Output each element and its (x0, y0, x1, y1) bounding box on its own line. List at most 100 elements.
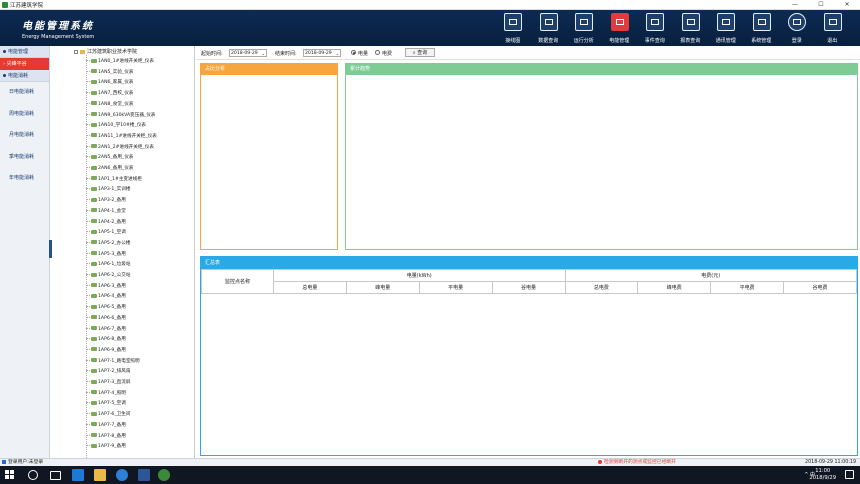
collapse-icon[interactable] (74, 49, 78, 54)
meter-icon (91, 283, 97, 288)
maximize-button[interactable]: ☐ (808, 0, 834, 10)
alert-message[interactable]: 检测到断开的测点或监控已经断开 (598, 459, 676, 466)
nav-communication[interactable]: 通讯管理 (708, 10, 744, 46)
folder-icon (80, 49, 85, 54)
tree-leaf-label: 1AP6-8_备用 (98, 337, 126, 343)
sidebar-item-quarterly[interactable]: 季电能消耗 (0, 147, 49, 169)
tree-leaf[interactable]: 2AN1_2#进线开关柜_仪表 (86, 144, 154, 152)
sidebar-item-weekly[interactable]: 周电能消耗 (0, 104, 49, 126)
tree-leaf[interactable]: 1AN5_实验_仪表 (86, 69, 133, 77)
tree-leaf[interactable]: 1AN8_食堂_仪表 (86, 101, 133, 109)
tree-leaf[interactable]: 1AP6-1_垃圾站 (86, 261, 130, 269)
tree-leaf[interactable]: 1AN11_1#进线开关柜_仪表 (86, 133, 157, 141)
tree-leaf[interactable]: 1AP6-4_备用 (86, 293, 126, 301)
tree-leaf-label: 1AP3-2_备用 (98, 198, 126, 204)
notification-icon[interactable] (845, 470, 854, 479)
tree-leaf[interactable]: 1AN0_1#进线开关柜_仪表 (86, 58, 154, 66)
tree-leaf[interactable]: 1AP7-1_路电室照明 (86, 358, 140, 366)
nav-wiring-diagram[interactable]: 接线图 (495, 10, 531, 46)
tree-leaf[interactable]: 1AP7-3_直流屏 (86, 379, 130, 387)
minimize-button[interactable]: — (782, 0, 808, 10)
meter-icon (91, 186, 97, 191)
start-date-select[interactable]: 2018-09-29 ⌄ (229, 49, 267, 57)
nav-system-management[interactable]: 系统管理 (744, 10, 780, 46)
tree-leaf[interactable]: 1AP6-7_备用 (86, 326, 126, 334)
tree-connector (86, 445, 90, 447)
tree-leaf[interactable]: 1AP4-2_备用 (86, 219, 126, 227)
tree-leaf-label: 1AN5_实验_仪表 (98, 69, 134, 75)
tree-root[interactable]: 江苏建筑职业技术学院 (74, 48, 137, 56)
tree-leaf[interactable]: 1AN7_西校_仪表 (86, 90, 133, 98)
sidebar-item-monthly[interactable]: 月电能消耗 (0, 125, 49, 147)
tree-leaf[interactable]: 1AP1_1#主变进线柜 (86, 176, 142, 184)
search-icon[interactable] (28, 470, 38, 480)
tree-leaf[interactable]: 1AP7-5_空调 (86, 400, 126, 408)
radio-fee-label: 电费 (382, 51, 393, 57)
tree-leaf[interactable]: 1AP3-1_实训楼 (86, 186, 130, 194)
tree-leaf-label: 1AP6-7_备用 (98, 326, 126, 332)
tree-connector (86, 102, 90, 104)
tree-leaf[interactable]: 1AP6-9_备用 (86, 347, 126, 355)
tree-leaf-label: 1AN8_食堂_仪表 (98, 101, 134, 107)
tree-leaf[interactable]: 1AP7-4_照明 (86, 390, 126, 398)
nav-report-query[interactable]: 报表查询 (673, 10, 709, 46)
tree-leaf[interactable]: 1AN6_家属_仪表 (86, 79, 133, 87)
nav-exit[interactable]: 退出 (815, 10, 851, 46)
tree-leaf-label: 1AP6-1_垃圾站 (98, 262, 131, 268)
meter-icon (91, 443, 97, 448)
tree-leaf[interactable]: 1AP7-9_备用 (86, 443, 126, 451)
file-explorer-icon[interactable] (94, 469, 106, 481)
tree-leaf[interactable]: 1AN9_630kVA变压器_仪表 (86, 112, 155, 120)
query-button[interactable]: ⌕ 查询 (405, 48, 435, 57)
sidebar-section-energy-management[interactable]: 电能管理 (0, 46, 49, 58)
nav-data-query[interactable]: 数据查询 (531, 10, 567, 46)
tree-leaf[interactable]: 1AP6-8_备用 (86, 336, 126, 344)
nav-label: 事件查询 (644, 38, 665, 44)
nav-energy-management[interactable]: 电能管理 (602, 10, 638, 46)
tree-leaf[interactable]: 1AP6-3_备用 (86, 283, 126, 291)
energy-management-icon (610, 13, 629, 31)
nav-login[interactable]: 登录 (779, 10, 815, 46)
tree-leaf-label: 1AP7-8_备用 (98, 433, 126, 439)
tree-leaf[interactable]: 1AP7-7_备用 (86, 422, 126, 430)
tree-leaf[interactable]: 1AP7-6_卫生间 (86, 411, 130, 419)
tree-leaf[interactable]: 2AN6_备用_仪表 (86, 165, 133, 173)
app-taskbar-icon[interactable] (116, 469, 128, 481)
nav-event-query[interactable]: 事件查询 (637, 10, 673, 46)
tree-leaf[interactable]: 1AP5-3_备用 (86, 251, 126, 259)
radio-power[interactable] (351, 50, 356, 55)
radio-fee[interactable] (375, 50, 380, 55)
tree-connector (86, 381, 90, 382)
sidebar-item-peak-valley[interactable]: › 尖峰平谷 (0, 58, 49, 70)
tree-leaf[interactable]: 2AN5_备用_仪表 (86, 154, 133, 162)
tree-leaf-label: 1AP6-6_备用 (98, 315, 126, 321)
close-button[interactable]: ✕ (834, 0, 860, 10)
window-titlebar: 江苏建筑学院 — ☐ ✕ (0, 0, 860, 10)
tree-connector (86, 134, 90, 136)
tree-leaf[interactable]: 1AP3-2_备用 (86, 197, 126, 205)
tree-leaf[interactable]: 1AP5-1_空调 (86, 229, 126, 237)
tree-connector (86, 145, 90, 147)
tree-leaf[interactable]: 1AP7-8_备用 (86, 433, 126, 441)
tree-leaf-label: 1AP6-3_备用 (98, 283, 126, 289)
task-view-icon[interactable] (50, 471, 61, 480)
sidebar-item-yearly[interactable]: 年电能消耗 (0, 168, 49, 190)
end-date-select[interactable]: 2018-09-29 ⌄ (303, 49, 341, 57)
word-icon[interactable] (138, 469, 150, 481)
tree-leaf[interactable]: 1AP6-2_公交站 (86, 272, 130, 280)
energy-app-icon[interactable] (158, 469, 170, 481)
edge-icon[interactable] (72, 469, 84, 481)
tree-leaf[interactable]: 1AP6-5_备用 (86, 304, 126, 312)
windows-start-icon[interactable] (5, 470, 14, 479)
tree-connector (86, 284, 90, 286)
sidebar-section-consumption[interactable]: 电能消耗 (0, 70, 49, 82)
tree-leaf-label: 1AP5-3_备用 (98, 251, 126, 257)
tree-leaf[interactable]: 1AP6-6_备用 (86, 315, 126, 323)
taskbar-clock[interactable]: 11:00 2018/9/29 (809, 468, 836, 482)
tree-leaf[interactable]: 1AP7-2_排风扇 (86, 368, 130, 376)
tree-leaf[interactable]: 1AP5-2_办公楼 (86, 240, 130, 248)
tree-leaf[interactable]: 1AN10_学10#楼_仪表 (86, 122, 146, 130)
tree-leaf[interactable]: 1AP4-1_会堂 (86, 208, 126, 216)
nav-run-analysis[interactable]: 运行分析 (566, 10, 602, 46)
sidebar-item-daily[interactable]: 日电能消耗 (0, 82, 49, 104)
